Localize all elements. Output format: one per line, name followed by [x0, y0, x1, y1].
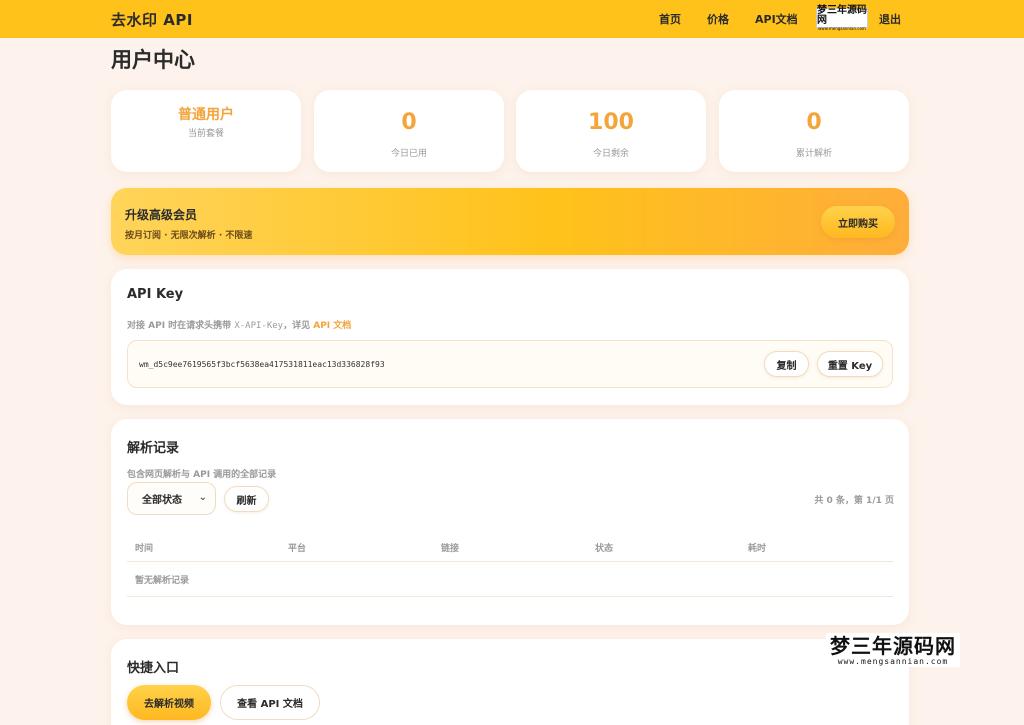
parse-video-button[interactable]: 去解析视频 [127, 685, 211, 720]
pagination-count: 共 0 条，第 1/1 页 [814, 496, 894, 506]
nav-api-docs-link[interactable]: API文档 [755, 11, 798, 27]
api-key-card: API Key 对接 API 时在请求头携带 X-API-Key，详见 API … [111, 269, 909, 405]
buy-now-button[interactable]: 立即购买 [821, 206, 895, 238]
reset-key-button[interactable]: 重置 Key [817, 351, 883, 377]
api-key-header-name: X-API-Key [234, 321, 284, 331]
empty-records-text: 暂无解析记录 [135, 576, 190, 586]
api-key-hint-text: 对接 API 时在请求头携带 [127, 321, 235, 331]
site-watermark: 梦三年源码网 www.mengsannian.com [826, 633, 960, 667]
nav-watermark-url: www.mengsannian.com [818, 25, 866, 31]
column-status: 状态 [595, 544, 614, 554]
column-link: 链接 [441, 544, 460, 554]
api-key-hint: 对接 API 时在请求头携带 X-API-Key，详见 API 文档 [127, 318, 351, 331]
quick-access-title: 快捷入口 [127, 661, 180, 676]
records-card: 解析记录 包含网页解析与 API 调用的全部记录 全部状态 ⌄ 刷新 共 0 条… [111, 419, 909, 625]
upgrade-title: 升级高级会员 [125, 208, 198, 222]
api-key-box: wm_d5c9ee7619565f3bcf5638ea417531811eac1… [127, 340, 893, 388]
copy-key-button[interactable]: 复制 [764, 351, 809, 377]
logout-link[interactable]: 退出 [879, 11, 901, 27]
watermark-text: 梦三年源码网 [830, 633, 956, 658]
page-title: 用户中心 [111, 48, 195, 72]
upgrade-subtitle: 按月订阅 · 无限次解析 · 不限速 [125, 231, 253, 241]
stat-value: 0 [401, 110, 417, 135]
records-title: 解析记录 [127, 441, 180, 456]
watermark-url: www.mengsannian.com [837, 656, 949, 666]
column-platform: 平台 [288, 544, 307, 554]
api-docs-inline-link[interactable]: API 文档 [313, 321, 351, 331]
status-filter-value: 全部状态 [142, 495, 182, 506]
records-hint: 包含网页解析与 API 调用的全部记录 [127, 470, 277, 480]
stat-value: 100 [588, 110, 634, 135]
nav-pricing-link[interactable]: 价格 [707, 11, 729, 27]
stat-label: 累计解析 [795, 149, 832, 159]
api-key-value: wm_d5c9ee7619565f3bcf5638ea417531811eac1… [139, 360, 385, 369]
stat-card-total-parsed: 0 累计解析 [719, 90, 909, 172]
nav-watermark-text: 梦三年源码网 [817, 4, 867, 26]
column-duration: 耗时 [748, 544, 767, 554]
table-row: 暂无解析记录 [127, 562, 893, 597]
quick-access-card: 快捷入口 去解析视频 查看 API 文档 [111, 639, 909, 725]
stat-label: 当前套餐 [187, 129, 224, 139]
stat-card-used-today: 0 今日已用 [314, 90, 504, 172]
refresh-button[interactable]: 刷新 [224, 486, 269, 512]
api-key-title: API Key [127, 287, 184, 302]
stat-card-plan: 普通用户 当前套餐 [111, 90, 301, 172]
stat-card-remaining-today: 100 今日剩余 [516, 90, 706, 172]
status-filter-select[interactable]: 全部状态 ⌄ [127, 482, 216, 515]
stat-value: 0 [806, 110, 822, 135]
records-table-header: 时间 平台 链接 状态 耗时 [127, 532, 893, 562]
upgrade-banner: 升级高级会员 按月订阅 · 无限次解析 · 不限速 立即购买 [111, 188, 909, 255]
stat-value: 普通用户 [178, 107, 234, 123]
api-key-hint-text-2: ，详见 [283, 321, 314, 331]
nav-watermark-logo: 梦三年源码网 www.mengsannian.com [816, 4, 868, 31]
top-navbar: 去水印 API 首页 价格 API文档 退出 梦三年源码网 www.mengsa… [0, 0, 1024, 38]
view-api-docs-button[interactable]: 查看 API 文档 [220, 685, 320, 720]
stat-label: 今日已用 [390, 149, 427, 159]
chevron-down-icon: ⌄ [198, 492, 207, 503]
nav-home-link[interactable]: 首页 [659, 11, 681, 27]
column-time: 时间 [135, 544, 154, 554]
nav-links: 首页 价格 API文档 退出 [0, 11, 1024, 27]
stat-label: 今日剩余 [592, 149, 629, 159]
